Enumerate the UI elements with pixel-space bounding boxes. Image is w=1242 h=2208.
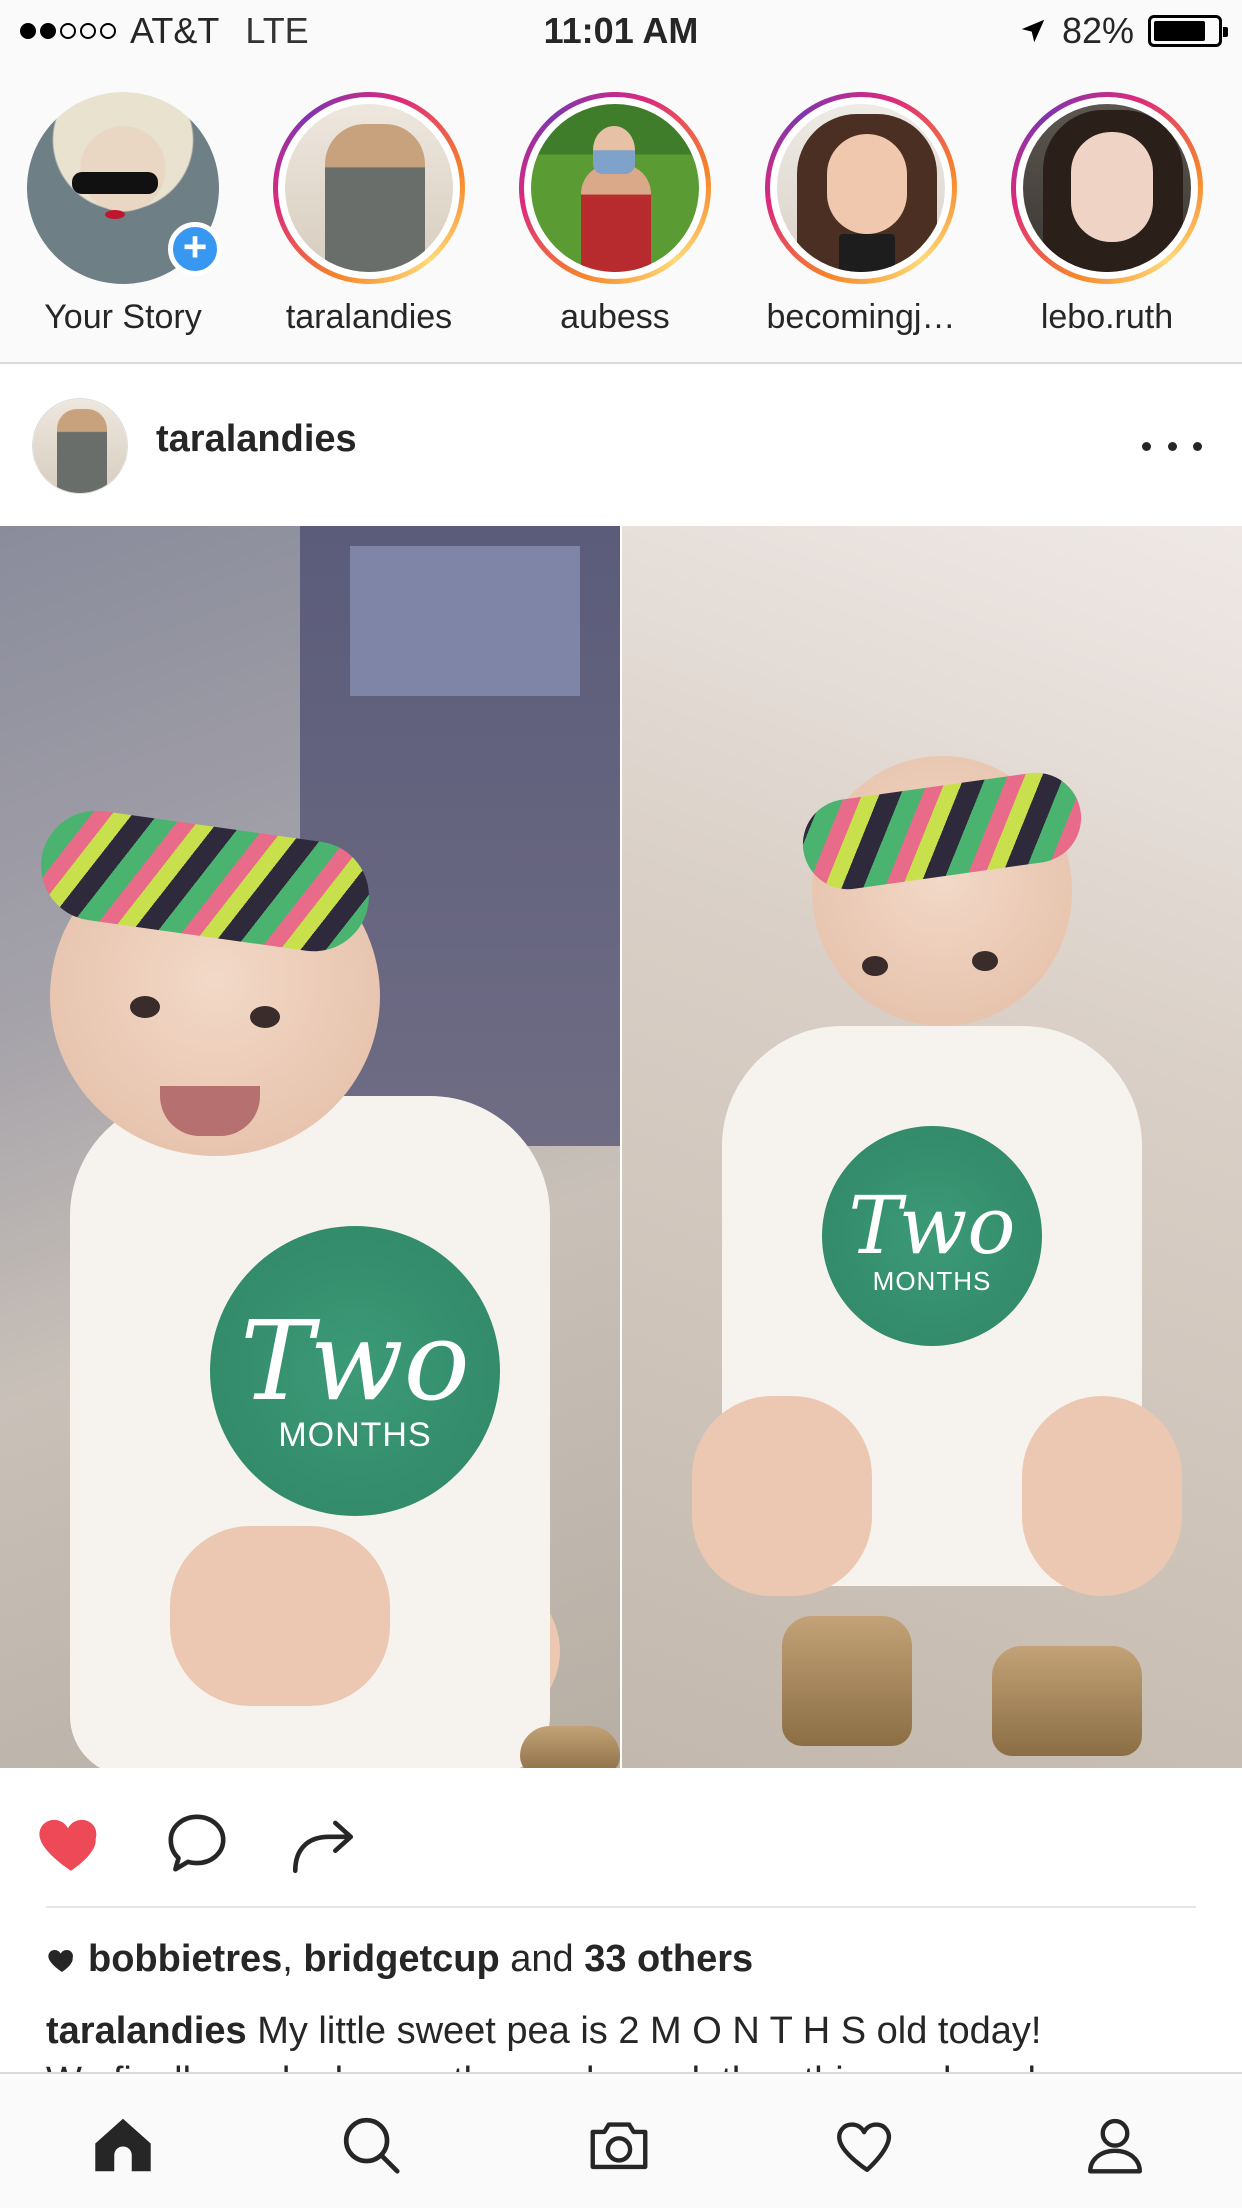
post-username[interactable]: taralandies	[156, 418, 357, 461]
share-icon[interactable]	[286, 1806, 360, 1880]
story-lebo-ruth[interactable]: lebo.ruth	[984, 92, 1230, 337]
avatar	[531, 104, 699, 272]
avatar	[285, 104, 453, 272]
profile-icon[interactable]	[1080, 2110, 1150, 2180]
story-taralandies[interactable]: taralandies	[246, 92, 492, 337]
post-actions	[0, 1768, 1242, 1908]
two-months-sticker: Two MONTHS	[822, 1126, 1042, 1346]
status-bar: AT&T LTE 11:01 AM 82%	[0, 0, 1242, 62]
story-label: aubess	[560, 298, 670, 336]
avatar	[777, 104, 945, 272]
more-options-icon[interactable]	[1142, 426, 1202, 466]
battery-icon	[1148, 15, 1228, 47]
story-label: Your Story	[44, 298, 202, 336]
search-icon[interactable]	[336, 2110, 406, 2180]
small-heart-icon	[48, 1949, 73, 1972]
liker-username[interactable]: bridgetcup	[303, 1938, 499, 1980]
story-your-story[interactable]: + Your Story	[0, 92, 246, 337]
likes-summary[interactable]: bobbietres, bridgetcup and 33 others	[46, 1938, 753, 1981]
bottom-tab-bar	[0, 2072, 1242, 2208]
story-label: taralandies	[285, 298, 453, 336]
two-months-sticker: Two MONTHS	[210, 1226, 500, 1516]
divider	[46, 1906, 1196, 1908]
heart-icon[interactable]	[832, 2110, 902, 2180]
story-becomingj[interactable]: becomingj…	[738, 92, 984, 337]
photo-right: Two MONTHS	[622, 526, 1242, 1768]
post-author-avatar[interactable]	[32, 398, 128, 494]
caption-text: My little sweet pea is 2 M O N T H S old…	[257, 2010, 1042, 2052]
like-heart-icon[interactable]	[34, 1806, 108, 1880]
stories-tray: + Your Story taralandies aubess becoming…	[0, 62, 1242, 364]
likes-others[interactable]: 33 others	[584, 1938, 753, 1980]
battery-percent: 82%	[1061, 10, 1134, 51]
post-image[interactable]: Two MONTHS Two MONTHS	[0, 526, 1242, 1768]
post-caption: taralandies My little sweet pea is 2 M O…	[46, 2006, 1216, 2072]
comment-icon[interactable]	[160, 1806, 234, 1880]
likes-and: and	[510, 1938, 574, 1980]
camera-icon[interactable]	[584, 2110, 654, 2180]
story-aubess[interactable]: aubess	[492, 92, 738, 337]
story-label: becomingj…	[766, 298, 956, 336]
likes-comma: ,	[282, 1938, 293, 1980]
location-arrow-icon	[1021, 19, 1045, 43]
caption-username[interactable]: taralandies	[46, 2010, 247, 2052]
liker-username[interactable]: bobbietres	[88, 1938, 282, 1980]
photo-left: Two MONTHS	[0, 526, 620, 1768]
avatar	[1023, 104, 1191, 272]
story-label: lebo.ruth	[1040, 298, 1174, 336]
add-story-button[interactable]: +	[168, 222, 222, 276]
home-icon[interactable]	[88, 2110, 158, 2180]
caption-text-line2: We finally packed away the newborn cloth…	[46, 2056, 1216, 2072]
post-header: taralandies	[0, 366, 1242, 526]
